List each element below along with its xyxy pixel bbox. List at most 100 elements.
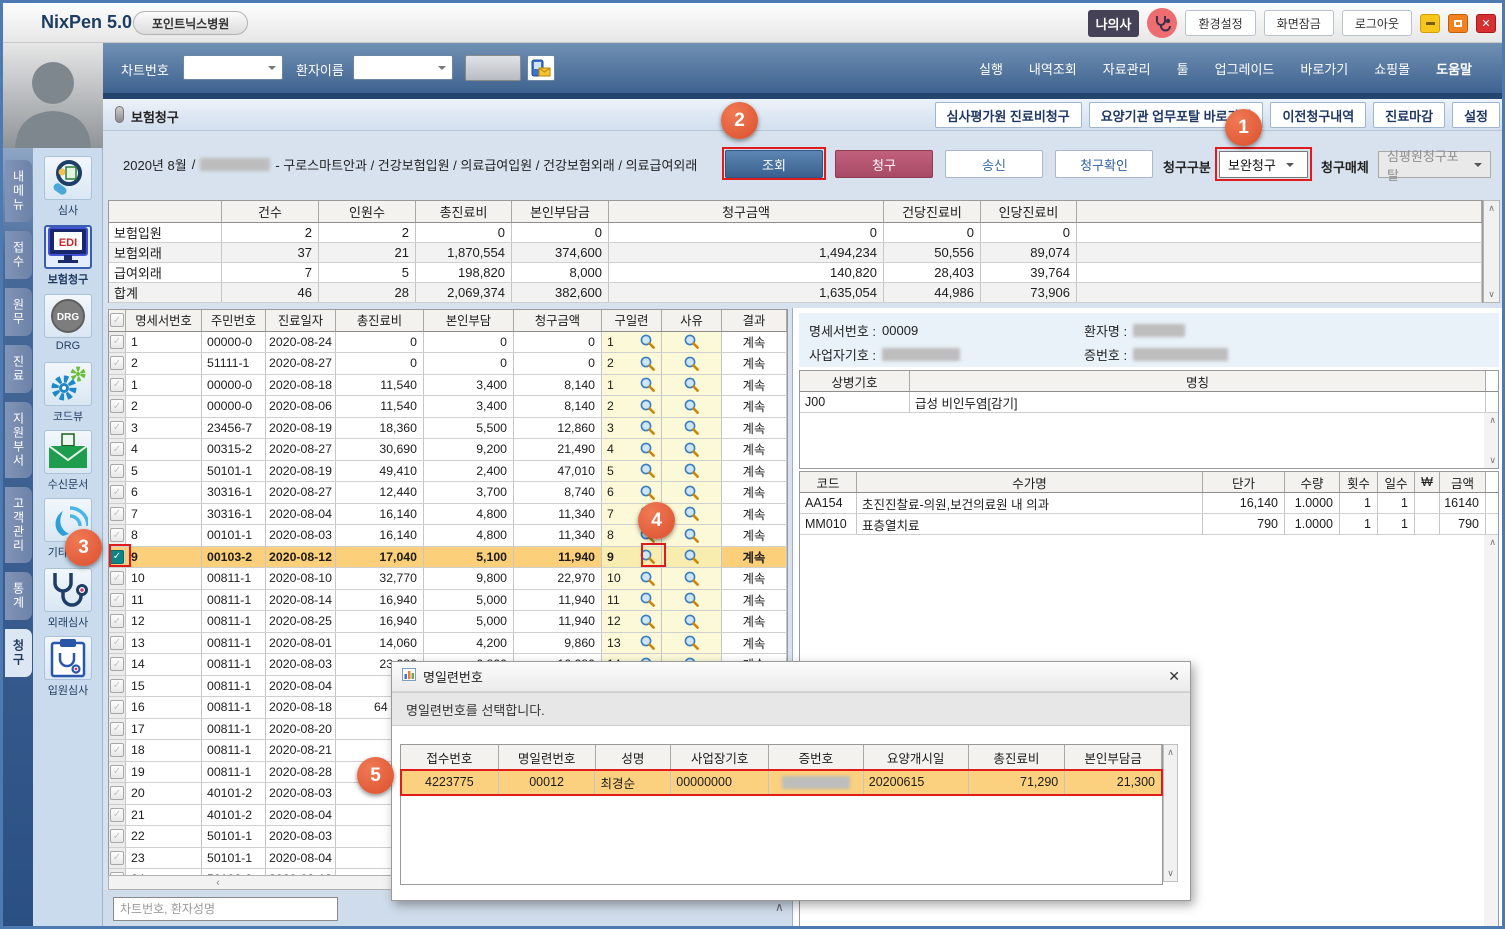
reason-magnifier-icon[interactable] bbox=[683, 527, 700, 544]
row-checkbox[interactable]: ✓ bbox=[110, 636, 124, 650]
sidebar-tab-접수[interactable]: 접수 bbox=[5, 231, 32, 279]
row-checkbox[interactable]: ✓ bbox=[110, 700, 124, 714]
row-checkbox[interactable]: ✓ bbox=[110, 657, 124, 671]
top-button-2[interactable]: 로그아웃 bbox=[1342, 10, 1412, 36]
sms-send-icon[interactable] bbox=[527, 55, 555, 81]
row-checkbox[interactable]: ✓ bbox=[110, 765, 124, 779]
table-row[interactable]: ✓251111-12020-08-270002계속 bbox=[109, 353, 787, 375]
menu-item-4[interactable]: 업그레이드 bbox=[1215, 59, 1275, 78]
scroll-down-icon[interactable]: ∨ bbox=[1167, 868, 1174, 879]
menu-item-7[interactable]: 도움말 bbox=[1436, 59, 1472, 78]
claim-type-select[interactable]: 보완청구 bbox=[1219, 151, 1308, 178]
claim-media-select[interactable]: 심평원청구포탈 bbox=[1378, 151, 1491, 178]
dialog-table-row[interactable]: 422377500012최경순000000002020061571,29021,… bbox=[401, 770, 1162, 795]
sidebar-tab-통계[interactable]: 통계 bbox=[5, 572, 32, 620]
reason-magnifier-icon[interactable] bbox=[683, 462, 700, 479]
reason-magnifier-icon[interactable] bbox=[683, 333, 700, 350]
table-row[interactable]: ✓800101-12020-08-0316,1404,80011,3408계속 bbox=[109, 525, 787, 547]
menu-item-6[interactable]: 쇼핑몰 bbox=[1374, 59, 1410, 78]
quick-search-input[interactable] bbox=[113, 897, 338, 921]
row-checkbox[interactable]: ✓ bbox=[110, 485, 124, 499]
collapse-icon[interactable]: ∧ bbox=[775, 900, 784, 914]
table-row[interactable]: ✓1200811-12020-08-2516,9405,00011,94012계… bbox=[109, 611, 787, 633]
seq-magnifier-icon[interactable] bbox=[639, 333, 656, 350]
titlebar-button-0[interactable]: 심사평가원 진료비청구 bbox=[935, 102, 1082, 128]
row-checkbox[interactable]: ✓ bbox=[110, 786, 124, 800]
seq-magnifier-icon[interactable] bbox=[639, 355, 656, 372]
sidebar-tab-고객관리[interactable]: 고객관리 bbox=[5, 487, 32, 563]
fee-row[interactable]: AA154초진진찰료-의원,보건의료원 내 의과16,1401.00001116… bbox=[800, 493, 1498, 514]
row-checkbox[interactable]: ✓ bbox=[110, 356, 124, 370]
table-row[interactable]: ✓730316-12020-08-0416,1404,80011,3407계속 bbox=[109, 504, 787, 526]
minimize-button[interactable] bbox=[1420, 14, 1440, 33]
reason-magnifier-icon[interactable] bbox=[683, 634, 700, 651]
sidebar-item-수신문서[interactable]: 수신문서 bbox=[36, 430, 100, 492]
row-checkbox[interactable]: ✓ bbox=[110, 593, 124, 607]
seq-magnifier-icon[interactable] bbox=[639, 634, 656, 651]
row-checkbox[interactable]: ✓ bbox=[110, 421, 124, 435]
table-row[interactable]: ✓900103-22020-08-1217,0405,10011,9409계속 bbox=[109, 547, 787, 569]
scroll-up-icon[interactable]: ∧ bbox=[1167, 747, 1174, 758]
table-row[interactable]: ✓1100811-12020-08-1416,9405,00011,94011계… bbox=[109, 590, 787, 612]
seq-magnifier-icon[interactable] bbox=[639, 591, 656, 608]
reason-magnifier-icon[interactable] bbox=[683, 613, 700, 630]
row-checkbox[interactable]: ✓ bbox=[110, 722, 124, 736]
sidebar-tab-내메뉴[interactable]: 내메뉴 bbox=[5, 160, 32, 222]
seq-magnifier-icon[interactable] bbox=[639, 548, 656, 565]
seq-magnifier-icon[interactable] bbox=[639, 398, 656, 415]
row-checkbox[interactable]: ✓ bbox=[110, 743, 124, 757]
titlebar-button-2[interactable]: 이전청구내역 bbox=[1270, 102, 1366, 128]
menu-item-5[interactable]: 바로가기 bbox=[1300, 59, 1348, 78]
fee-row[interactable]: MM010표층열치료7901.000011790 bbox=[800, 514, 1498, 535]
close-button[interactable]: ✕ bbox=[1476, 14, 1496, 33]
row-checkbox[interactable]: ✓ bbox=[110, 829, 124, 843]
table-row[interactable]: ✓200000-02020-08-0611,5403,4008,1402계속 bbox=[109, 396, 787, 418]
reason-magnifier-icon[interactable] bbox=[683, 419, 700, 436]
row-checkbox[interactable]: ✓ bbox=[110, 507, 124, 521]
sidebar-tab-진료[interactable]: 진료 bbox=[5, 345, 32, 393]
row-checkbox[interactable]: ✓ bbox=[110, 614, 124, 628]
reason-magnifier-icon[interactable] bbox=[683, 355, 700, 372]
sidebar-item-심사[interactable]: 심사 bbox=[36, 156, 100, 218]
seq-magnifier-icon[interactable] bbox=[639, 462, 656, 479]
seq-magnifier-icon[interactable] bbox=[639, 376, 656, 393]
row-checkbox[interactable]: ✓ bbox=[110, 399, 124, 413]
search-button[interactable]: 조회 bbox=[725, 150, 823, 178]
send-button[interactable]: 송신 bbox=[945, 150, 1043, 178]
claim-button[interactable]: 청구 bbox=[835, 150, 933, 178]
sidebar-item-외래심사[interactable]: 외래심사 bbox=[36, 568, 100, 630]
reason-magnifier-icon[interactable] bbox=[683, 570, 700, 587]
reason-magnifier-icon[interactable] bbox=[683, 484, 700, 501]
table-row[interactable]: ✓323456-72020-08-1918,3605,50012,8603계속 bbox=[109, 418, 787, 440]
seq-magnifier-icon[interactable] bbox=[639, 441, 656, 458]
sidebar-item-DRG[interactable]: DRGDRG bbox=[36, 294, 100, 352]
scroll-down-icon[interactable]: ∨ bbox=[1488, 289, 1495, 300]
row-checkbox[interactable]: ✓ bbox=[110, 378, 124, 392]
patient-name-select[interactable] bbox=[353, 55, 453, 80]
sidebar-tab-청구[interactable]: 청구 bbox=[5, 629, 32, 677]
reason-magnifier-icon[interactable] bbox=[683, 505, 700, 522]
disease-row[interactable]: J00급성 비인두염[감기] bbox=[800, 392, 1498, 413]
select-all-checkbox[interactable]: ✓ bbox=[110, 313, 124, 327]
row-checkbox[interactable]: ✓ bbox=[110, 528, 124, 542]
row-checkbox[interactable]: ✓ bbox=[110, 679, 124, 693]
reason-magnifier-icon[interactable] bbox=[683, 398, 700, 415]
titlebar-button-3[interactable]: 진료마감 bbox=[1373, 102, 1445, 128]
chart-no-select[interactable] bbox=[183, 55, 283, 80]
sidebar-item-보험청구[interactable]: EDI보험청구 bbox=[36, 225, 100, 287]
menu-item-0[interactable]: 실행 bbox=[979, 59, 1003, 78]
seq-magnifier-icon[interactable] bbox=[639, 419, 656, 436]
table-row[interactable]: ✓1300811-12020-08-0114,0604,2009,86013계속 bbox=[109, 633, 787, 655]
titlebar-button-4[interactable]: 설정 bbox=[1452, 102, 1500, 128]
claim-confirm-button[interactable]: 청구확인 bbox=[1055, 150, 1153, 178]
row-checkbox[interactable]: ✓ bbox=[110, 464, 124, 478]
seq-magnifier-icon[interactable] bbox=[639, 570, 656, 587]
scroll-left-icon[interactable]: ‹ bbox=[209, 876, 227, 889]
row-checkbox[interactable]: ✓ bbox=[110, 808, 124, 822]
menu-item-1[interactable]: 내역조회 bbox=[1029, 59, 1077, 78]
table-row[interactable]: ✓100000-02020-08-1811,5403,4008,1401계속 bbox=[109, 375, 787, 397]
sidebar-item-코드뷰[interactable]: 코드뷰 bbox=[36, 362, 100, 424]
table-row[interactable]: ✓100000-02020-08-240001계속 bbox=[109, 332, 787, 354]
seq-magnifier-icon[interactable] bbox=[639, 613, 656, 630]
dialog-close-icon[interactable]: ✕ bbox=[1168, 668, 1180, 685]
